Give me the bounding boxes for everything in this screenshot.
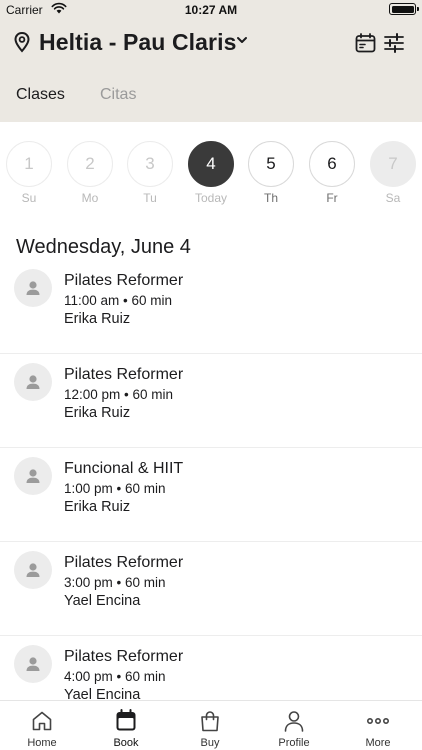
home-icon	[32, 711, 52, 731]
day-label: Su	[21, 191, 37, 205]
instructor-avatar	[14, 645, 52, 683]
chevron-down-icon[interactable]	[236, 35, 248, 45]
filter-sliders-icon[interactable]	[384, 33, 404, 53]
nav-label: Home	[27, 737, 57, 749]
class-list: Pilates Reformer 11:00 am • 60 min Erika…	[0, 260, 422, 700]
class-time: 1:00 pm • 60 min	[64, 481, 166, 496]
nav-profile[interactable]: Profile	[252, 701, 336, 750]
day-number: 1	[6, 141, 52, 187]
class-row[interactable]: Pilates Reformer 11:00 am • 60 min Erika…	[0, 260, 422, 354]
status-time: 10:27 AM	[184, 3, 238, 17]
class-instructor: Erika Ruiz	[64, 405, 131, 421]
location-header: Heltia - Pau Claris	[0, 26, 422, 60]
location-selector[interactable]: Heltia - Pau Claris	[39, 29, 236, 56]
person-placeholder-icon	[26, 375, 40, 389]
instructor-avatar	[14, 363, 52, 401]
class-name: Funcional & HIIT	[64, 460, 184, 477]
location-pin-icon	[14, 31, 30, 53]
nav-label: More	[365, 737, 391, 749]
calendar-icon	[116, 709, 136, 731]
class-row[interactable]: Funcional & HIIT 1:00 pm • 60 min Erika …	[0, 448, 422, 542]
nav-buy[interactable]: Buy	[168, 701, 252, 750]
date-heading: Wednesday, June 4	[16, 236, 191, 258]
more-dots-icon	[366, 718, 389, 725]
day-thursday[interactable]: 5 Th	[248, 141, 294, 205]
tab-citas[interactable]: Citas	[100, 86, 136, 104]
nav-book[interactable]: Book	[84, 701, 168, 750]
day-number: 6	[309, 141, 355, 187]
bottom-nav: Home Book Buy Profile More	[0, 700, 422, 750]
class-name: Pilates Reformer	[64, 272, 184, 289]
day-number: 5	[248, 141, 294, 187]
class-name: Pilates Reformer	[64, 554, 184, 571]
battery-icon	[389, 3, 419, 15]
class-row[interactable]: Pilates Reformer 12:00 pm • 60 min Erika…	[0, 354, 422, 448]
class-time: 11:00 am • 60 min	[64, 293, 173, 308]
class-row[interactable]: Pilates Reformer 3:00 pm • 60 min Yael E…	[0, 542, 422, 636]
class-time: 12:00 pm • 60 min	[64, 387, 174, 402]
class-instructor: Erika Ruiz	[64, 499, 131, 515]
day-friday[interactable]: 6 Fr	[309, 141, 355, 205]
day-number: 3	[127, 141, 173, 187]
status-bar: Carrier 10:27 AM	[0, 0, 422, 20]
day-selector: 1 Su 2 Mo 3 Tu 4 Today 5 Th 6 Fr 7 Sa	[0, 141, 422, 211]
nav-home[interactable]: Home	[0, 701, 84, 750]
class-instructor: Erika Ruiz	[64, 311, 131, 327]
instructor-avatar	[14, 551, 52, 589]
calendar-icon[interactable]	[355, 33, 376, 53]
class-time: 4:00 pm • 60 min	[64, 669, 166, 684]
instructor-avatar	[14, 457, 52, 495]
day-number: 7	[370, 141, 416, 187]
day-number: 4	[188, 141, 234, 187]
nav-label: Profile	[278, 737, 310, 749]
person-placeholder-icon	[26, 657, 40, 671]
day-label: Fr	[326, 191, 338, 205]
class-instructor: Yael Encina	[64, 687, 141, 700]
class-row[interactable]: Pilates Reformer 4:00 pm • 60 min Yael E…	[0, 636, 422, 700]
nav-label: Book	[113, 737, 139, 749]
instructor-avatar	[14, 269, 52, 307]
class-name: Pilates Reformer	[64, 648, 184, 665]
tab-bar: Clases Citas	[0, 86, 422, 110]
day-number: 2	[67, 141, 113, 187]
tab-clases[interactable]: Clases	[16, 86, 65, 104]
nav-label: Buy	[200, 737, 220, 749]
day-label: Today	[194, 191, 228, 205]
class-name: Pilates Reformer	[64, 366, 184, 383]
person-placeholder-icon	[26, 563, 40, 577]
person-placeholder-icon	[26, 469, 40, 483]
top-header-area: Carrier 10:27 AM Heltia - Pau Claris Cla…	[0, 0, 422, 122]
day-tuesday[interactable]: 3 Tu	[127, 141, 173, 205]
day-label: Tu	[143, 191, 157, 205]
day-today[interactable]: 4 Today	[188, 141, 234, 205]
person-placeholder-icon	[26, 281, 40, 295]
day-sunday[interactable]: 1 Su	[6, 141, 52, 205]
shopping-bag-icon	[201, 711, 219, 732]
class-time: 3:00 pm • 60 min	[64, 575, 166, 590]
nav-more[interactable]: More	[336, 701, 420, 750]
person-icon	[284, 711, 304, 732]
day-monday[interactable]: 2 Mo	[67, 141, 113, 205]
day-saturday[interactable]: 7 Sa	[370, 141, 416, 205]
day-label: Th	[263, 191, 278, 205]
day-label: Sa	[385, 191, 401, 205]
class-instructor: Yael Encina	[64, 593, 141, 609]
day-label: Mo	[81, 191, 99, 205]
